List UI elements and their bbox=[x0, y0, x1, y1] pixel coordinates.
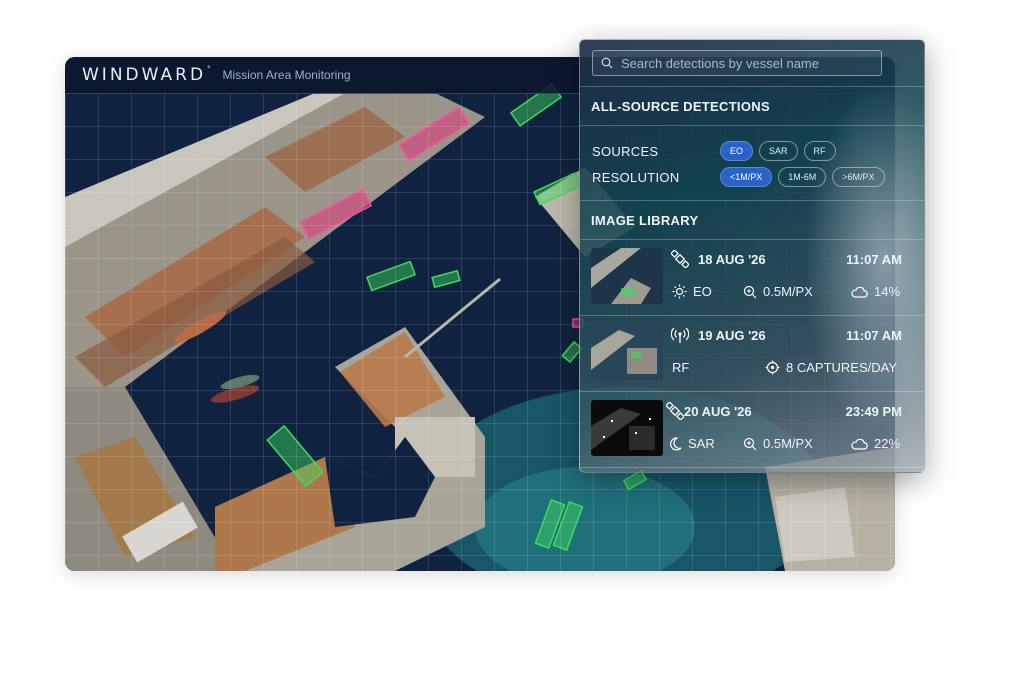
library-title: IMAGE LIBRARY bbox=[580, 201, 924, 240]
map-subtitle: Mission Area Monitoring bbox=[222, 68, 351, 82]
sources-filter: SOURCES EO SAR RF bbox=[592, 138, 924, 164]
search-box[interactable] bbox=[592, 50, 882, 76]
satellite-icon bbox=[666, 402, 684, 420]
capture-rate: 8 CAPTURES/DAY bbox=[765, 360, 897, 375]
library-item[interactable]: 20 AUG '26 23:49 PM SAR 0.5M/PX 22% bbox=[580, 392, 924, 468]
sun-icon bbox=[672, 284, 687, 299]
zoom-icon bbox=[743, 285, 757, 298]
zoom-icon bbox=[743, 437, 757, 450]
resolution-filter: RESOLUTION <1M/PX 1M-6M >6M/PX bbox=[592, 164, 924, 190]
source-chip-rf[interactable]: RF bbox=[803, 141, 836, 161]
capture-date: 19 AUG '26 bbox=[698, 328, 766, 343]
image-type: SAR bbox=[669, 436, 715, 451]
resolution-label: RESOLUTION bbox=[592, 169, 680, 185]
sources-label: SOURCES bbox=[592, 143, 659, 159]
capture-date: 18 AUG '26 bbox=[698, 252, 766, 267]
resolution-chip-lt1m[interactable]: <1M/PX bbox=[720, 167, 773, 187]
resolution-chip-gt6m[interactable]: >6M/PX bbox=[832, 167, 885, 187]
library-item[interactable]: 18 AUG '26 11:07 AM EO 0.5M/PX 14% bbox=[580, 240, 924, 316]
cloud-icon bbox=[851, 286, 868, 298]
satellite-icon bbox=[671, 250, 689, 268]
resolution-chip-1m-6m[interactable]: 1M-6M bbox=[778, 167, 827, 187]
brand-logo: WINDWARD° bbox=[82, 65, 211, 85]
target-icon bbox=[765, 360, 780, 375]
search-icon bbox=[601, 57, 613, 69]
image-type: EO bbox=[672, 284, 712, 299]
image-thumbnail bbox=[591, 400, 663, 456]
image-resolution: 0.5M/PX bbox=[743, 284, 813, 299]
capture-time: 23:49 PM bbox=[845, 404, 902, 419]
search-input[interactable] bbox=[619, 54, 881, 72]
filters: SOURCES EO SAR RF RESOLUTION <1M/PX 1M-6… bbox=[580, 126, 924, 201]
detections-panel: ALL-SOURCE DETECTIONS SOURCES EO SAR RF … bbox=[579, 39, 925, 473]
antenna-icon bbox=[671, 327, 689, 343]
image-thumbnail bbox=[591, 324, 663, 380]
image-thumbnail bbox=[591, 248, 663, 304]
source-chip-sar[interactable]: SAR bbox=[759, 141, 798, 161]
search-row bbox=[580, 40, 924, 87]
source-chip-eo[interactable]: EO bbox=[720, 141, 754, 161]
capture-time: 11:07 AM bbox=[846, 252, 902, 267]
capture-date: 20 AUG '26 bbox=[684, 404, 752, 419]
cloud-cover: 22% bbox=[851, 436, 900, 451]
cloud-icon bbox=[851, 438, 868, 450]
image-resolution: 0.5M/PX bbox=[743, 436, 813, 451]
cloud-cover: 14% bbox=[851, 284, 900, 299]
library-item[interactable]: 19 AUG '26 11:07 AM RF 8 CAPTURES/DAY bbox=[580, 316, 924, 392]
capture-time: 11:07 AM bbox=[846, 328, 902, 343]
moon-icon bbox=[670, 436, 682, 450]
detections-title: ALL-SOURCE DETECTIONS bbox=[580, 87, 924, 126]
image-type: RF bbox=[672, 360, 690, 375]
